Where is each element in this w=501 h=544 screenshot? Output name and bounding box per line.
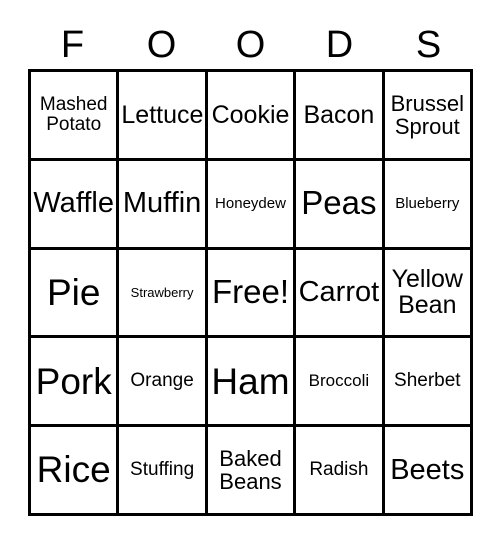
bingo-cell[interactable]: Brussel Sprout <box>384 72 473 161</box>
bingo-header-letter-2: O <box>146 23 177 66</box>
bingo-header-letter-5: S <box>415 23 442 66</box>
bingo-cell[interactable]: Beets <box>384 427 473 516</box>
bingo-cell-label: Beets <box>390 453 465 486</box>
bingo-cell-label: Bacon <box>303 100 375 129</box>
bingo-free-space-cell[interactable]: Free! <box>207 249 297 339</box>
bingo-cell-label: Stuffing <box>130 459 195 481</box>
bingo-cell[interactable]: Sherbet <box>384 338 473 428</box>
bingo-cell-label: Cookie <box>211 100 290 129</box>
bingo-cell-label: Free! <box>211 273 289 310</box>
bingo-cell-label: Honeydew <box>215 194 286 212</box>
bingo-cell[interactable]: Ham <box>207 338 297 428</box>
bingo-cell-label: Lettuce <box>121 100 204 129</box>
bingo-cell-label: Yellow Bean <box>391 264 463 320</box>
bingo-cell-label: Sherbet <box>394 370 461 392</box>
bingo-cell[interactable]: Honeydew <box>207 160 297 250</box>
bingo-cell[interactable]: Carrot <box>296 249 385 339</box>
bingo-card: F O O D S Mashed Potato Lettuce Cookie Bacon Bru… <box>0 0 501 544</box>
bingo-cell[interactable]: Blueberry <box>384 160 473 250</box>
bingo-cell-label: Orange <box>130 370 194 392</box>
bingo-cell[interactable]: Cookie <box>207 72 297 161</box>
bingo-header-letters: FOODS <box>28 20 473 69</box>
bingo-cell[interactable]: Peas <box>296 160 385 250</box>
bingo-cell[interactable]: Pie <box>31 249 120 339</box>
bingo-cell[interactable]: Lettuce <box>119 72 208 161</box>
bingo-cell-label: Radish <box>309 459 369 481</box>
bingo-cell-label: Broccoli <box>308 371 370 391</box>
bingo-cell-label: Peas <box>301 184 377 222</box>
bingo-cell-label: Pie <box>46 271 101 313</box>
bingo-cell[interactable]: Broccoli <box>296 338 385 428</box>
bingo-cell[interactable]: Bacon <box>296 72 385 161</box>
bingo-cell[interactable]: Stuffing <box>119 427 208 516</box>
bingo-header-letter-4: D <box>325 23 354 66</box>
bingo-cell-label: Blueberry <box>395 194 460 212</box>
bingo-header-letter-3: O <box>235 23 266 66</box>
bingo-cell-label: Carrot <box>298 276 380 309</box>
bingo-cell[interactable]: Mashed Potato <box>31 72 120 161</box>
bingo-cell-label: Baked Beans <box>219 445 282 495</box>
bingo-cell-label: Waffle <box>33 187 114 220</box>
bingo-cell-label: Strawberry <box>130 284 194 300</box>
bingo-cell-label: Ham <box>211 360 290 402</box>
bingo-cell-label: Brussel Sprout <box>390 90 464 139</box>
bingo-header-letter-1: F <box>60 23 85 66</box>
bingo-cell[interactable]: Yellow Bean <box>384 249 473 339</box>
bingo-cell[interactable]: Orange <box>119 338 208 428</box>
bingo-cell[interactable]: Waffle <box>31 160 120 250</box>
bingo-cell-label: Muffin <box>122 187 202 220</box>
bingo-cell[interactable]: Strawberry <box>119 249 208 339</box>
bingo-cell[interactable]: Rice <box>31 427 120 516</box>
bingo-cell[interactable]: Muffin <box>119 160 208 250</box>
bingo-cell[interactable]: Pork <box>31 338 120 428</box>
bingo-cell-label: Rice <box>36 449 111 491</box>
bingo-grid: Mashed Potato Lettuce Cookie Bacon Brussel S… <box>28 69 473 516</box>
bingo-cell-label: Mashed Potato <box>39 93 108 135</box>
bingo-cell[interactable]: Baked Beans <box>207 427 297 516</box>
bingo-cell[interactable]: Radish <box>296 427 385 516</box>
bingo-cell-label: Pork <box>35 360 112 402</box>
